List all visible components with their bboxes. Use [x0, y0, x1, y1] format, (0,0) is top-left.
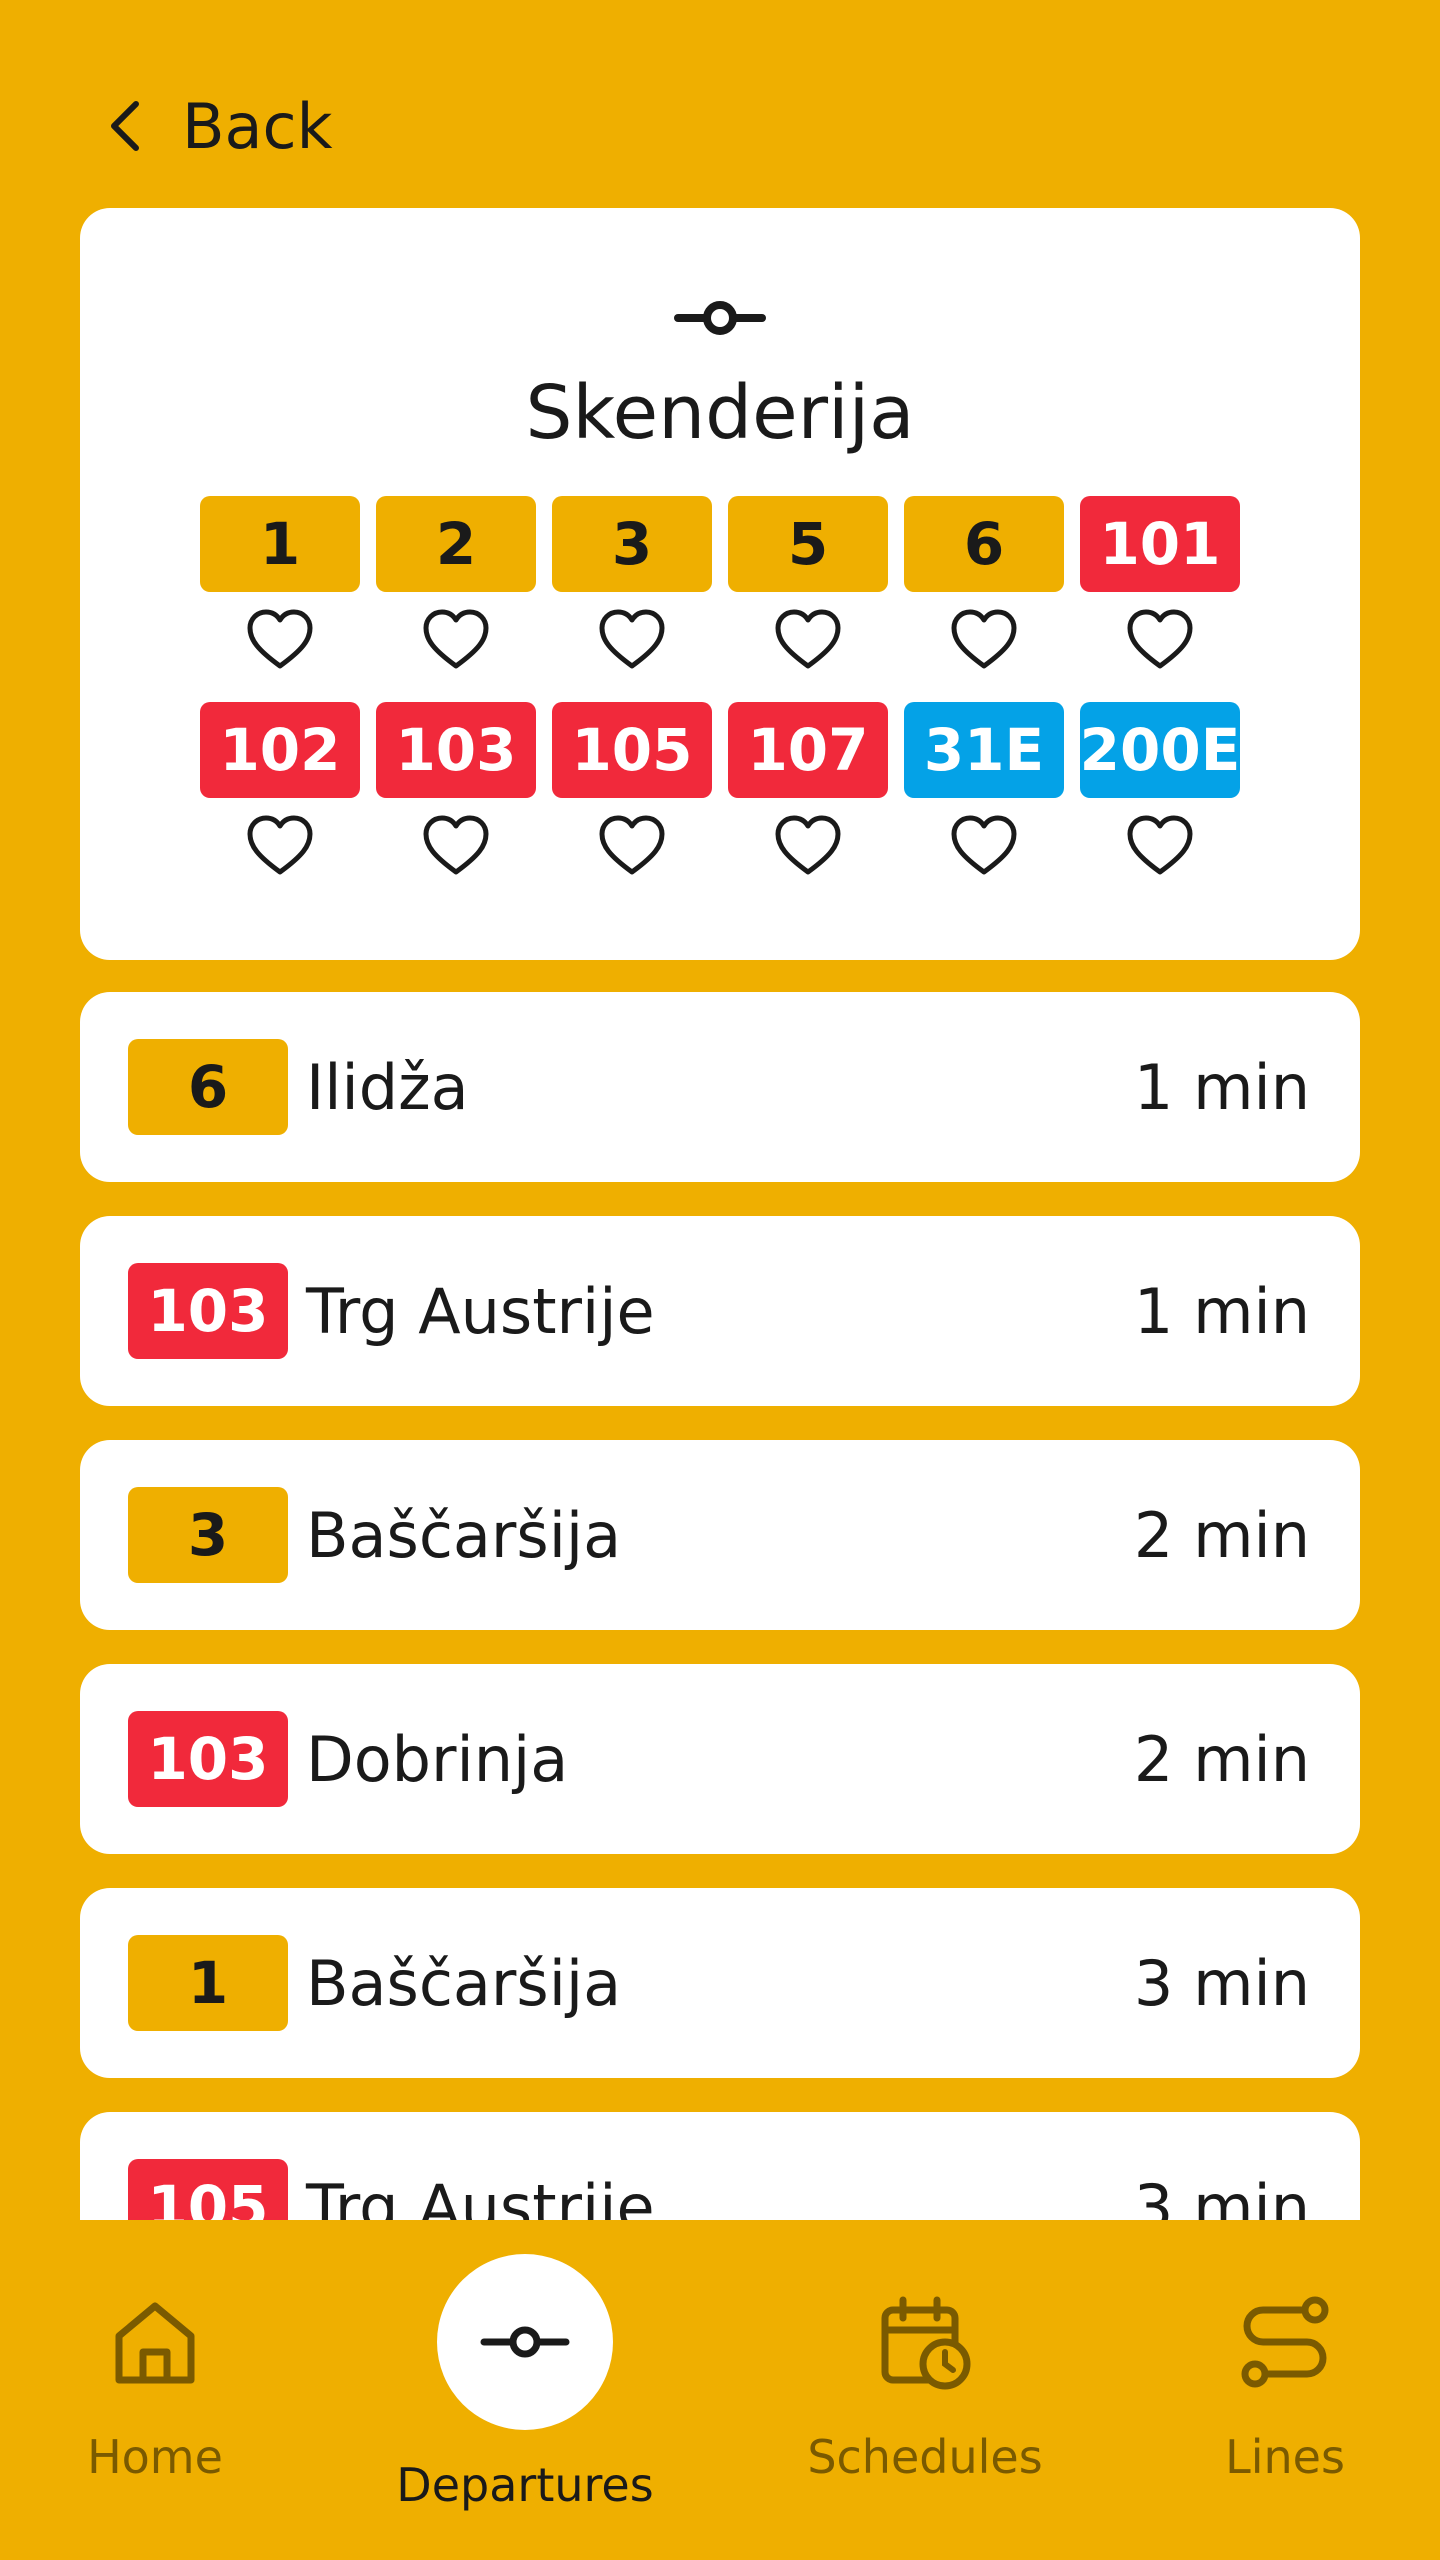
departure-line-badge: 3 — [128, 1487, 288, 1583]
tab-departures-circle — [437, 2254, 613, 2430]
calendar-clock-icon — [881, 2296, 971, 2390]
stop-line-item: 101 — [1080, 496, 1240, 676]
departures-list: 6 Ilidža 1 min 103 Trg Austrije 1 min 3 Baščarš… — [80, 992, 1360, 2220]
tab-schedules-label: Schedules — [807, 2430, 1043, 2484]
stop-name: Skenderija — [525, 370, 915, 456]
line-badge[interactable]: 101 — [1080, 496, 1240, 592]
departure-destination: Ilidža — [306, 1050, 469, 1124]
line-badge[interactable]: 31E — [904, 702, 1064, 798]
departure-line-badge: 105 — [128, 2159, 288, 2220]
heart-icon[interactable] — [244, 810, 316, 882]
stop-icon — [674, 301, 766, 335]
heart-icon[interactable] — [1124, 604, 1196, 676]
departure-row[interactable]: 103 Dobrinja 2 min — [80, 1664, 1360, 1854]
stop-line-item: 3 — [552, 496, 712, 676]
tab-lines-label: Lines — [1225, 2430, 1345, 2484]
departure-line-badge: 103 — [128, 1263, 288, 1359]
departure-line-badge: 6 — [128, 1039, 288, 1135]
heart-icon[interactable] — [948, 604, 1020, 676]
heart-icon[interactable] — [596, 604, 668, 676]
stop-line-item: 103 — [376, 702, 536, 882]
line-badge[interactable]: 200E — [1080, 702, 1240, 798]
line-badge[interactable]: 105 — [552, 702, 712, 798]
stop-line-item: 6 — [904, 496, 1064, 676]
stop-lines: 1 2 3 5 6 101 102 103 105 107 31E 200E — [200, 496, 1240, 882]
home-icon — [115, 2302, 195, 2384]
departure-row[interactable]: 3 Baščaršija 2 min — [80, 1440, 1360, 1630]
stop-line-item: 5 — [728, 496, 888, 676]
chevron-left-icon — [111, 101, 139, 151]
stop-line-item: 1 — [200, 496, 360, 676]
line-badge[interactable]: 107 — [728, 702, 888, 798]
departure-row[interactable]: 103 Trg Austrije 1 min — [80, 1216, 1360, 1406]
line-badge[interactable]: 2 — [376, 496, 536, 592]
stop-line-item: 102 — [200, 702, 360, 882]
departure-line-badge: 103 — [128, 1711, 288, 1807]
tab-bar: Home Departures Schedules Lines — [0, 2220, 1440, 2560]
departure-destination: Baščaršija — [306, 1498, 622, 1572]
tab-lines[interactable]: Lines — [1210, 2220, 1360, 2560]
departure-destination: Baščaršija — [306, 1946, 622, 2020]
departure-destination: Trg Austrije — [306, 1274, 655, 1348]
stop-line-item: 31E — [904, 702, 1064, 882]
tab-departures[interactable]: Departures — [390, 2220, 660, 2560]
departure-eta: 1 min — [1133, 1274, 1310, 1348]
tab-home[interactable]: Home — [70, 2220, 240, 2560]
departure-row[interactable]: 1 Baščaršija 3 min — [80, 1888, 1360, 2078]
departure-row[interactable]: 6 Ilidža 1 min — [80, 992, 1360, 1182]
heart-icon[interactable] — [244, 604, 316, 676]
heart-icon[interactable] — [948, 810, 1020, 882]
line-badge[interactable]: 3 — [552, 496, 712, 592]
departure-line-badge: 1 — [128, 1935, 288, 2031]
departure-row[interactable]: 105 Trg Austrije 3 min — [80, 2112, 1360, 2220]
stop-line-item: 200E — [1080, 702, 1240, 882]
departure-destination: Trg Austrije — [306, 2170, 655, 2221]
stop-line-item: 107 — [728, 702, 888, 882]
tab-home-label: Home — [87, 2430, 223, 2484]
line-badge[interactable]: 103 — [376, 702, 536, 798]
tab-departures-label: Departures — [396, 2458, 654, 2512]
heart-icon[interactable] — [420, 604, 492, 676]
departure-destination: Dobrinja — [306, 1722, 569, 1796]
departure-eta: 1 min — [1133, 1050, 1310, 1124]
back-label: Back — [182, 89, 333, 163]
stop-card: Skenderija 1 2 3 5 6 101 102 103 105 107 31E 200E — [80, 208, 1360, 960]
stop-line-item: 105 — [552, 702, 712, 882]
route-icon — [1241, 2296, 1329, 2388]
heart-icon[interactable] — [420, 810, 492, 882]
heart-icon[interactable] — [1124, 810, 1196, 882]
heart-icon[interactable] — [772, 604, 844, 676]
departure-eta: 2 min — [1133, 1498, 1310, 1572]
departure-eta: 3 min — [1133, 1946, 1310, 2020]
line-badge[interactable]: 1 — [200, 496, 360, 592]
stop-icon — [480, 2326, 570, 2358]
line-badge[interactable]: 102 — [200, 702, 360, 798]
departure-eta: 3 min — [1133, 2170, 1310, 2221]
line-badge[interactable]: 6 — [904, 496, 1064, 592]
departure-eta: 2 min — [1133, 1722, 1310, 1796]
line-badge[interactable]: 5 — [728, 496, 888, 592]
tab-schedules[interactable]: Schedules — [800, 2220, 1050, 2560]
heart-icon[interactable] — [596, 810, 668, 882]
heart-icon[interactable] — [772, 810, 844, 882]
stop-line-item: 2 — [376, 496, 536, 676]
back-button[interactable]: Back — [96, 86, 333, 166]
